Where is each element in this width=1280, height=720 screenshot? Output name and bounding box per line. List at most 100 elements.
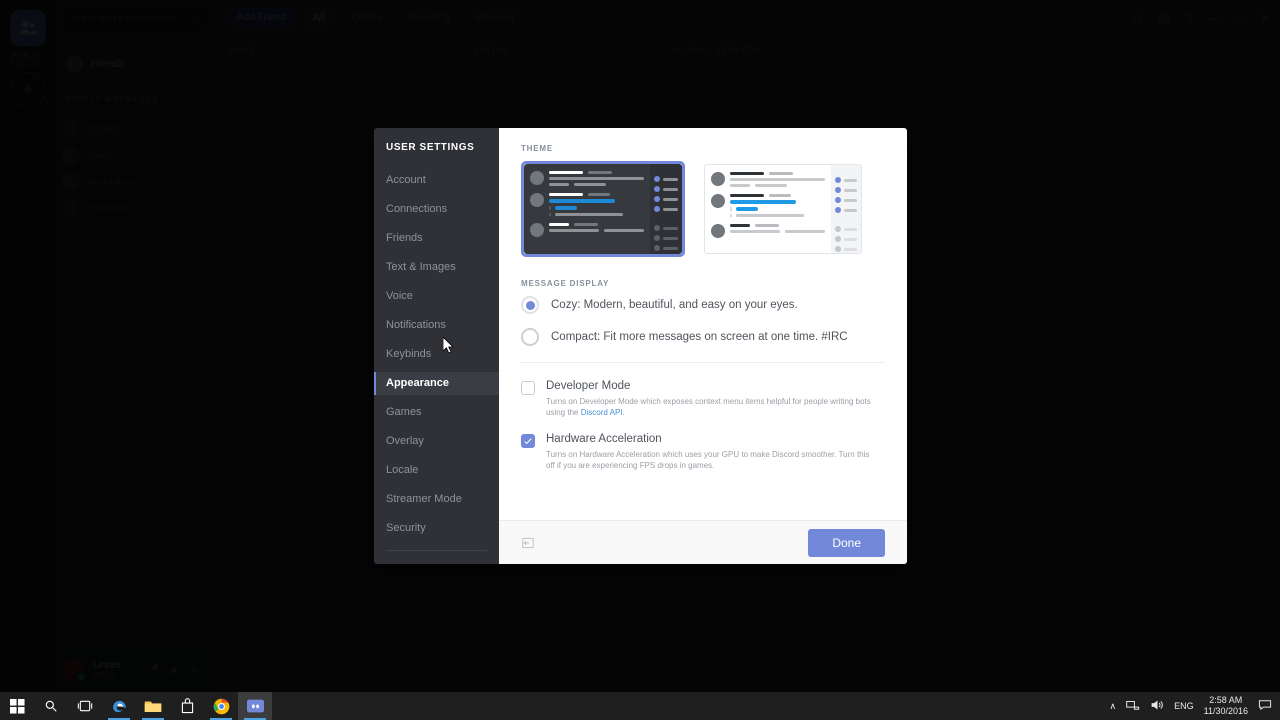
search-icon[interactable] [34,692,68,720]
list-item[interactable]: Ringabel [62,195,206,221]
settings-content: THEME MESSAGE DISPLAY Cozy: Modern, beau… [499,128,907,564]
sidebar-item-text-images[interactable]: Text & Images [374,256,499,279]
sidebar-item-streamer-mode[interactable]: Streamer Mode [374,488,499,511]
check-icon [524,438,532,445]
mentions-icon[interactable]: @ [1158,11,1170,25]
discord-icon[interactable] [238,692,272,720]
task-view-icon[interactable] [68,692,102,720]
friends-toolbar: Add Friend All Online Pending Blocked ⎙ … [212,0,1280,36]
avatar [530,171,544,185]
volume-icon[interactable] [1150,699,1164,713]
close-button[interactable]: ✕ [1260,11,1270,25]
message-display-option-compact[interactable]: Compact: Fit more messages on screen at … [521,328,885,346]
sidebar-item-account[interactable]: Account [374,169,499,192]
chevron-up-icon[interactable]: ∧ [1110,701,1117,712]
friends-avatar-icon [67,56,83,72]
discord-api-link[interactable]: Discord API [581,408,623,417]
settings-sidebar: USER SETTINGS Account Connections Friend… [374,128,499,564]
chrome-icon[interactable] [204,692,238,720]
dm-search-input[interactable]: Find or start a conversation ⚲ [62,8,204,28]
theme-option-light[interactable] [701,161,865,257]
help-icon[interactable]: ? [1186,11,1193,25]
sidebar-item-friends[interactable]: Friends [60,52,206,76]
sidebar-item-appearance[interactable]: Appearance [374,372,499,395]
sidebar-item-connections[interactable]: Connections [374,198,499,221]
friends-icon [19,21,38,35]
maximize-button[interactable]: □ [1237,11,1244,25]
list-item[interactable]: Deilana Playing a game [62,115,206,141]
list-item[interactable]: Kyochikuto [62,169,206,195]
start-icon[interactable] [0,692,34,720]
guild-rail-label: PUBLIC [11,52,43,61]
search-icon: ⚲ [191,12,198,23]
toggle-description-suffix: . [622,408,625,417]
windows-taskbar: ∧ ENG 2:58 AM 11/30/2016 [0,692,1280,720]
current-user-bar[interactable]: Linnet #7654 🎤 ◉ ⚙ [54,648,212,692]
theme-option-dark[interactable] [521,161,685,257]
radio-compact[interactable] [521,328,539,346]
avatar [530,223,544,237]
dm-name: Ridge [88,150,115,162]
checkbox-hardware-acceleration[interactable] [521,434,535,448]
network-icon[interactable] [1126,699,1140,713]
mic-icon[interactable]: 🎤 [144,661,162,679]
add-server-button[interactable]: + [10,72,46,108]
minimize-button[interactable]: — [1209,11,1221,25]
notification-icon[interactable] [1258,699,1272,713]
dm-subtitle: Playing a game [88,130,137,137]
sidebar-item-change-log[interactable]: Change Log [374,559,499,564]
file-explorer-icon[interactable] [136,692,170,720]
language-indicator[interactable]: ENG [1174,701,1194,711]
list-item[interactable]: Ridge [62,143,206,169]
store-icon[interactable] [170,692,204,720]
page-title: USER SETTINGS [386,142,475,153]
avatar [62,147,80,165]
avatar [711,172,725,186]
window-controls: ⎙ @ ? — □ ✕ [1132,0,1270,36]
system-tray: ∧ ENG 2:58 AM 11/30/2016 [1110,695,1280,717]
tab-pending[interactable]: Pending [401,8,457,28]
guild-rail-sublabel: SERVERS [10,62,44,69]
new-group-dm-icon[interactable]: ⎙ [1132,11,1142,26]
dm-name: Ringabel [88,202,128,214]
avatar [62,199,80,217]
clock[interactable]: 2:58 AM 11/30/2016 [1204,695,1248,717]
back-arrow-icon[interactable] [521,536,535,550]
avatar [530,193,544,207]
home-guild-button[interactable] [10,10,46,46]
toggle-hardware-acceleration[interactable]: Hardware Acceleration Turns on Hardware … [521,432,885,471]
user-discriminator: #7654 [93,671,116,680]
add-friend-button[interactable]: Add Friend [228,8,295,27]
dm-panel: Find or start a conversation ⚲ Friends D… [54,0,212,692]
sidebar-item-notifications[interactable]: Notifications [374,314,499,337]
toggle-description: Turns on Developer Mode which exposes co… [546,396,876,418]
sidebar-item-friends[interactable]: Friends [374,227,499,250]
done-button[interactable]: Done [808,528,885,557]
clock-time: 2:58 AM [1209,695,1243,705]
tab-all[interactable]: All [304,7,334,28]
clock-date: 11/30/2016 [1203,706,1248,716]
toggle-label: Hardware Acceleration [546,433,662,445]
theme-section-label: THEME [521,144,553,153]
sidebar-item-security[interactable]: Security [374,517,499,540]
dm-search-placeholder: Find or start a conversation [68,13,178,23]
avatar [711,194,725,208]
message-display-option-cozy[interactable]: Cozy: Modern, beautiful, and easy on you… [521,296,885,314]
toggle-developer-mode[interactable]: Developer Mode Turns on Developer Mode w… [521,379,885,418]
sidebar-item-voice[interactable]: Voice [374,285,499,308]
radio-cozy[interactable] [521,296,539,314]
headset-icon[interactable]: ◉ [165,661,183,679]
username: Linnet [93,660,121,671]
edge-icon[interactable] [102,692,136,720]
message-display-section-label: MESSAGE DISPLAY [521,279,610,288]
checkbox-developer-mode[interactable] [521,381,535,395]
toggle-description: Turns on Hardware Acceleration which use… [546,450,870,470]
sidebar-item-locale[interactable]: Locale [374,459,499,482]
sidebar-item-games[interactable]: Games [374,401,499,424]
tab-online[interactable]: Online [343,8,391,28]
sidebar-item-keybinds[interactable]: Keybinds [374,343,499,366]
settings-footer: Done [499,520,907,564]
sidebar-item-overlay[interactable]: Overlay [374,430,499,453]
gear-icon[interactable]: ⚙ [186,661,204,679]
tab-blocked[interactable]: Blocked [467,8,522,28]
